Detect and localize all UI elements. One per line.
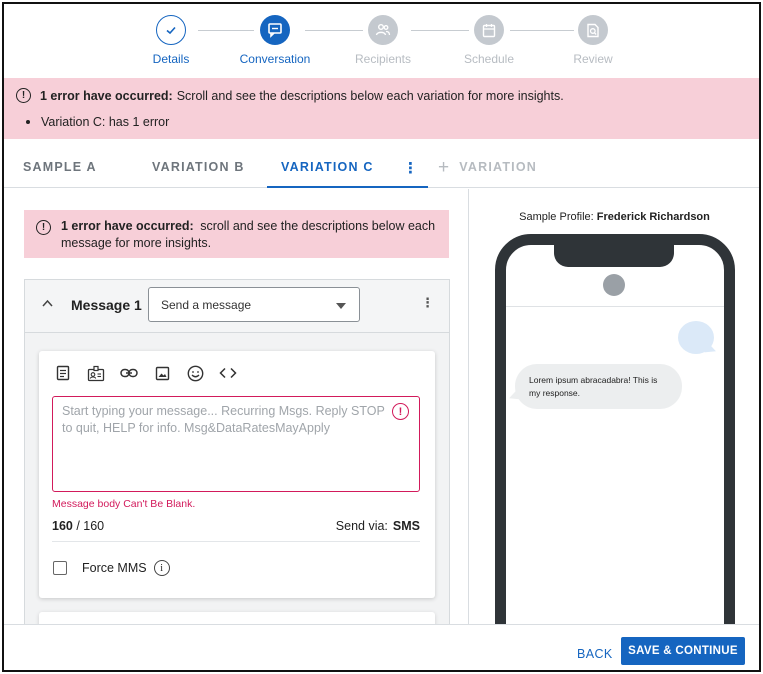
tab-options-kebab-icon[interactable]: ⋮	[403, 159, 418, 177]
step-review[interactable]: Review	[548, 15, 638, 66]
calendar-icon	[474, 15, 504, 45]
divider	[52, 541, 420, 542]
message-type-value: Send a message	[161, 298, 252, 312]
plus-icon: +	[438, 157, 451, 178]
editor-toolbar	[53, 363, 238, 383]
footer-bar: BACK SAVE & CONTINUE	[4, 624, 759, 670]
step-label: Review	[573, 52, 613, 66]
force-mms-row: Force MMS i	[53, 560, 170, 576]
add-variation-tab[interactable]: + VARIATION	[438, 150, 537, 188]
check-icon	[156, 15, 186, 45]
back-button[interactable]: BACK	[577, 647, 613, 661]
message-body-input[interactable]	[62, 403, 392, 485]
message-options-kebab-icon[interactable]: ⋮	[421, 295, 434, 311]
step-label: Recipients	[354, 52, 412, 66]
next-message-card	[39, 612, 435, 624]
message-card-header: Message 1 Send a message ⋮	[25, 280, 449, 333]
image-icon[interactable]	[152, 363, 172, 383]
message-body-error: Message body Can't Be Blank.	[52, 498, 196, 510]
caret-down-icon	[336, 303, 346, 309]
send-via-value: SMS	[392, 519, 420, 533]
avatar	[603, 274, 625, 296]
tab-sample-a[interactable]: SAMPLE A	[23, 150, 97, 188]
step-recipients[interactable]: Recipients	[338, 15, 428, 66]
bullet-icon	[26, 120, 30, 124]
error-banner-item-text: Variation C: has 1 error	[41, 115, 170, 129]
save-continue-button[interactable]: SAVE & CONTINUE	[621, 637, 745, 665]
message-editor-pane: ! 1 error have occurred: scroll and see …	[4, 189, 469, 624]
app-window: Details Conversation Recipients Schedule…	[2, 2, 761, 672]
chevron-up-icon[interactable]	[42, 295, 53, 310]
contact-card-icon[interactable]	[86, 363, 106, 383]
error-banner-item: Variation C: has 1 error	[26, 115, 169, 129]
message-card: Message 1 Send a message ⋮ Start typing …	[24, 279, 450, 624]
divider	[506, 306, 724, 307]
message-error-title: 1 error have occurred:	[61, 219, 194, 233]
document-icon[interactable]	[53, 363, 73, 383]
error-banner-summary: ! 1 error have occurred: Scroll and see …	[16, 88, 564, 103]
message-editor: ! Message body Can't Be Blank. 160 / 160…	[39, 351, 435, 598]
error-banner-message: Scroll and see the descriptions below ea…	[176, 88, 564, 103]
message-error-banner: ! 1 error have occurred: scroll and see …	[24, 210, 449, 258]
alert-icon: !	[36, 220, 51, 235]
message-body-field: !	[52, 396, 420, 492]
step-schedule[interactable]: Schedule	[444, 15, 534, 66]
add-variation-label: VARIATION	[459, 160, 537, 174]
people-icon	[368, 15, 398, 45]
step-label: Details	[152, 52, 190, 66]
incoming-message-bubble: Lorem ipsum abracadabra! This is my resp…	[515, 364, 682, 409]
step-details[interactable]: Details	[126, 15, 216, 66]
phone-preview: Lorem ipsum abracadabra! This is my resp…	[495, 234, 735, 624]
error-banner-title: 1 error have occurred:	[40, 88, 173, 103]
sample-profile-name: Frederick Richardson	[596, 211, 710, 223]
preview-pane: Sample Profile: Frederick Richardson Lor…	[470, 189, 759, 624]
force-mms-checkbox[interactable]	[53, 561, 67, 575]
send-via: Send via: SMS	[336, 519, 420, 533]
error-alert-icon: !	[392, 403, 409, 420]
message-title: Message 1	[71, 297, 142, 313]
tab-variation-b[interactable]: VARIATION B	[152, 150, 245, 188]
sample-profile: Sample Profile: Frederick Richardson	[470, 211, 759, 223]
step-label: Schedule	[463, 52, 515, 66]
message-error-text: 1 error have occurred: scroll and see th…	[61, 218, 441, 252]
info-icon[interactable]: i	[153, 560, 170, 576]
character-counter: 160 / 160	[52, 519, 104, 533]
link-icon[interactable]	[119, 363, 139, 383]
phone-notch	[554, 243, 674, 267]
character-count: 160	[52, 519, 73, 533]
force-mms-label: Force MMS	[82, 561, 147, 575]
send-via-label: Send via:	[335, 519, 388, 533]
sample-profile-label: Sample Profile:	[519, 211, 594, 223]
review-icon	[578, 15, 608, 45]
alert-icon: !	[16, 88, 31, 103]
code-icon[interactable]	[218, 363, 238, 383]
step-conversation[interactable]: Conversation	[230, 15, 320, 66]
progress-stepper: Details Conversation Recipients Schedule…	[4, 4, 759, 78]
step-label: Conversation	[239, 52, 311, 66]
chat-icon	[260, 15, 290, 45]
variation-tabs: SAMPLE A VARIATION B VARIATION C ⋮ + VARI…	[4, 150, 759, 188]
error-banner: ! 1 error have occurred: Scroll and see …	[4, 78, 759, 139]
message-type-select[interactable]: Send a message	[148, 287, 360, 322]
emoji-icon[interactable]	[185, 363, 205, 383]
character-limit: / 160	[72, 519, 105, 533]
outgoing-message-bubble	[678, 321, 714, 354]
